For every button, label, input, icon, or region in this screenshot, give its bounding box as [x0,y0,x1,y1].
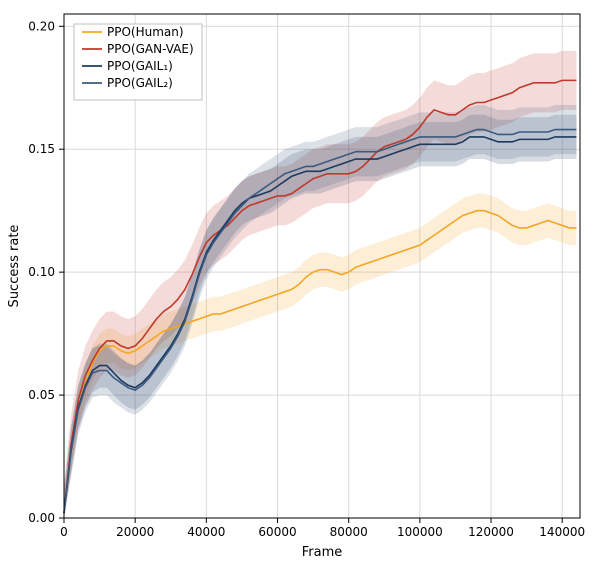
y-axis-label: Success rate [7,225,22,308]
y-tick-label: 0.05 [28,388,55,402]
legend: PPO(Human) PPO(GAN-VAE) PPO(GAIL₁) PPO(GAIL… [74,24,202,100]
x-axis-label: Frame [302,545,343,560]
legend-label: PPO(GAN-VAE) [107,42,194,56]
x-tick-label: 20000 [116,525,154,539]
y-tick-label: 0.10 [28,265,55,279]
legend-label: PPO(GAIL₂) [107,76,173,90]
legend-label: PPO(GAIL₁) [107,59,173,73]
x-tick-label: 80000 [330,525,368,539]
x-tick-label: 60000 [258,525,296,539]
y-tick-label: 0.00 [28,511,55,525]
y-tick-label: 0.15 [28,142,55,156]
x-tick-label: 0 [60,525,68,539]
legend-label: PPO(Human) [107,25,184,39]
x-tick-label: 120000 [468,525,514,539]
success-rate-chart: 0 20000 40000 60000 80000 100000 120000 140000 0… [0,0,596,566]
y-tick-label: 0.20 [28,19,55,33]
x-tick-label: 40000 [187,525,225,539]
x-tick-label: 100000 [397,525,443,539]
x-tick-label: 140000 [539,525,585,539]
